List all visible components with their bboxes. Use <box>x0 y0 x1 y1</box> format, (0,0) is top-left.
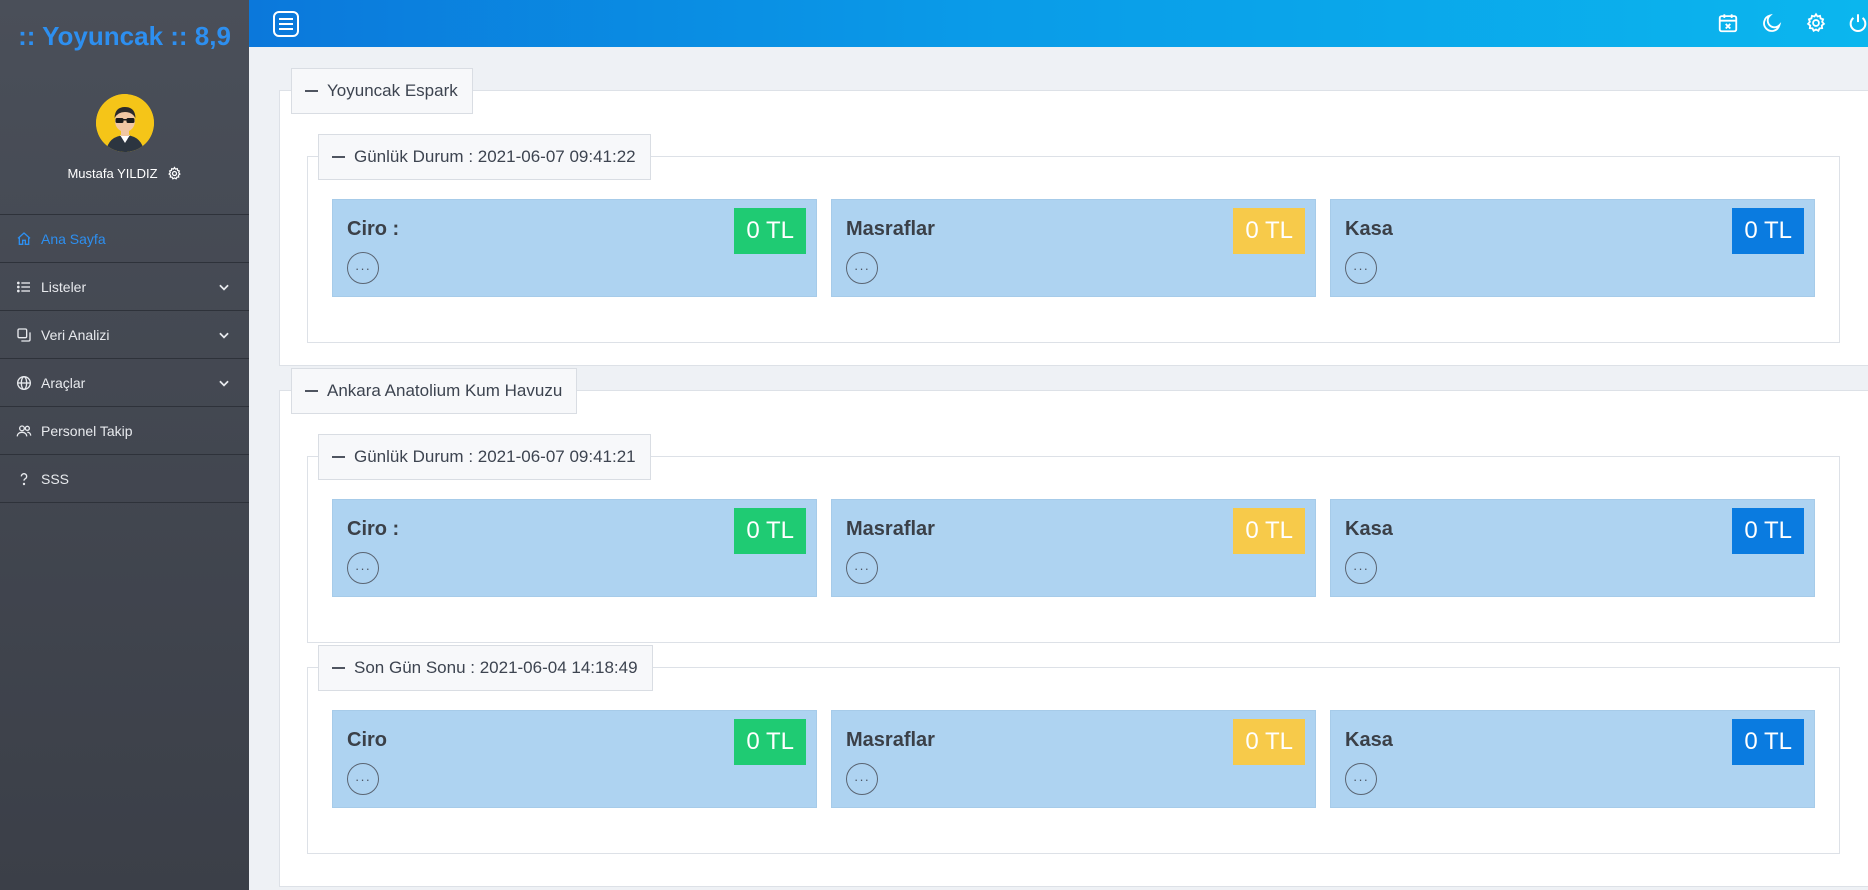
username-row: Mustafa YILDIZ <box>67 166 181 181</box>
globe-icon <box>15 374 32 391</box>
chevron-down-icon[interactable] <box>217 280 231 294</box>
collapse-icon <box>305 390 318 392</box>
card-value: 0 TL <box>1233 208 1305 254</box>
more-icon[interactable]: ··· <box>846 552 878 584</box>
nav-item-araclar[interactable]: Araçlar <box>0 359 249 407</box>
topbar <box>249 0 1868 47</box>
section-toggle[interactable]: Ankara Anatolium Kum Havuzu <box>291 368 578 414</box>
card-value: 0 TL <box>1233 508 1305 554</box>
menu-toggle-icon[interactable] <box>271 9 301 39</box>
collapse-icon <box>332 667 345 669</box>
more-icon[interactable]: ··· <box>347 552 379 584</box>
card-title: Ciro : <box>347 218 400 240</box>
card-title: Ciro : <box>347 518 400 540</box>
sidebar: :: Yoyuncak :: 8,9 Mustafa YILDIZ Ana Sa… <box>0 0 249 890</box>
more-icon[interactable]: ··· <box>1345 763 1377 795</box>
stat-card-ciro: Ciro : 0 TL ··· <box>332 199 817 297</box>
card-value: 0 TL <box>1233 719 1305 765</box>
card-title: Masraflar <box>846 218 935 240</box>
more-icon[interactable]: ··· <box>846 252 878 284</box>
card-title: Kasa <box>1345 218 1393 240</box>
app-brand[interactable]: :: Yoyuncak :: 8,9 <box>0 0 249 72</box>
stat-card-ciro: Ciro 0 TL ··· <box>332 710 817 808</box>
more-icon[interactable]: ··· <box>846 763 878 795</box>
card-title: Masraflar <box>846 518 935 540</box>
group-toggle[interactable]: Günlük Durum : 2021-06-07 09:41:22 <box>318 134 651 180</box>
section-toggle[interactable]: Yoyuncak Espark <box>291 68 473 114</box>
profile-settings-icon[interactable] <box>167 166 182 181</box>
moon-icon[interactable] <box>1759 10 1785 36</box>
card-title: Kasa <box>1345 518 1393 540</box>
user-profile: Mustafa YILDIZ <box>0 72 249 215</box>
group-title: Son Gün Sonu : 2021-06-04 14:18:49 <box>354 658 638 677</box>
card-value: 0 TL <box>1732 208 1804 254</box>
section-title: Yoyuncak Espark <box>327 81 458 100</box>
group-toggle[interactable]: Günlük Durum : 2021-06-07 09:41:21 <box>318 434 651 480</box>
question-icon <box>15 470 32 487</box>
card-value: 0 TL <box>1732 508 1804 554</box>
more-icon[interactable]: ··· <box>347 252 379 284</box>
power-icon[interactable] <box>1845 10 1868 36</box>
card-value: 0 TL <box>734 208 806 254</box>
stat-card-kasa: Kasa 0 TL ··· <box>1330 499 1815 597</box>
avatar-icon <box>95 94 154 152</box>
collapse-icon <box>305 90 318 92</box>
stat-card-kasa: Kasa 0 TL ··· <box>1330 710 1815 808</box>
stat-card-ciro: Ciro : 0 TL ··· <box>332 499 817 597</box>
nav-item-sss[interactable]: SSS <box>0 455 249 503</box>
collapse-icon <box>332 156 345 158</box>
settings-icon[interactable] <box>1803 10 1829 36</box>
nav-label: Personel Takip <box>41 422 133 439</box>
calendar-icon[interactable] <box>1715 10 1741 36</box>
card-title: Ciro <box>347 729 387 751</box>
copy-icon <box>15 326 32 343</box>
list-icon <box>15 278 32 295</box>
card-value: 0 TL <box>1732 719 1804 765</box>
users-icon <box>15 422 32 439</box>
stat-card-kasa: Kasa 0 TL ··· <box>1330 199 1815 297</box>
home-icon <box>15 230 32 247</box>
more-icon[interactable]: ··· <box>347 763 379 795</box>
section-title: Ankara Anatolium Kum Havuzu <box>327 381 563 400</box>
group-toggle[interactable]: Son Gün Sonu : 2021-06-04 14:18:49 <box>318 645 653 691</box>
more-icon[interactable]: ··· <box>1345 252 1377 284</box>
group-title: Günlük Durum : 2021-06-07 09:41:21 <box>354 447 636 466</box>
main-content: Yoyuncak Espark Günlük Durum : 2021-06-0… <box>249 47 1868 890</box>
nav-item-personel-takip[interactable]: Personel Takip <box>0 407 249 455</box>
nav-label: Ana Sayfa <box>41 230 106 247</box>
nav-label: Listeler <box>41 278 87 295</box>
group-title: Günlük Durum : 2021-06-07 09:41:22 <box>354 147 636 166</box>
username: Mustafa YILDIZ <box>67 166 158 181</box>
stat-card-masraflar: Masraflar 0 TL ··· <box>831 499 1316 597</box>
nav-item-listeler[interactable]: Listeler <box>0 263 249 311</box>
avatar[interactable] <box>95 94 154 152</box>
chevron-down-icon[interactable] <box>217 376 231 390</box>
nav-label: Veri Analizi <box>41 326 110 343</box>
chevron-down-icon[interactable] <box>217 328 231 342</box>
card-value: 0 TL <box>734 719 806 765</box>
nav-item-ana-sayfa[interactable]: Ana Sayfa <box>0 215 249 263</box>
nav-item-veri-analizi[interactable]: Veri Analizi <box>0 311 249 359</box>
more-icon[interactable]: ··· <box>1345 552 1377 584</box>
nav-label: Araçlar <box>41 374 86 391</box>
stat-card-masraflar: Masraflar 0 TL ··· <box>831 199 1316 297</box>
collapse-icon <box>332 456 345 458</box>
card-title: Kasa <box>1345 729 1393 751</box>
nav-label: SSS <box>41 470 70 487</box>
card-title: Masraflar <box>846 729 935 751</box>
stat-card-masraflar: Masraflar 0 TL ··· <box>831 710 1316 808</box>
card-value: 0 TL <box>734 508 806 554</box>
